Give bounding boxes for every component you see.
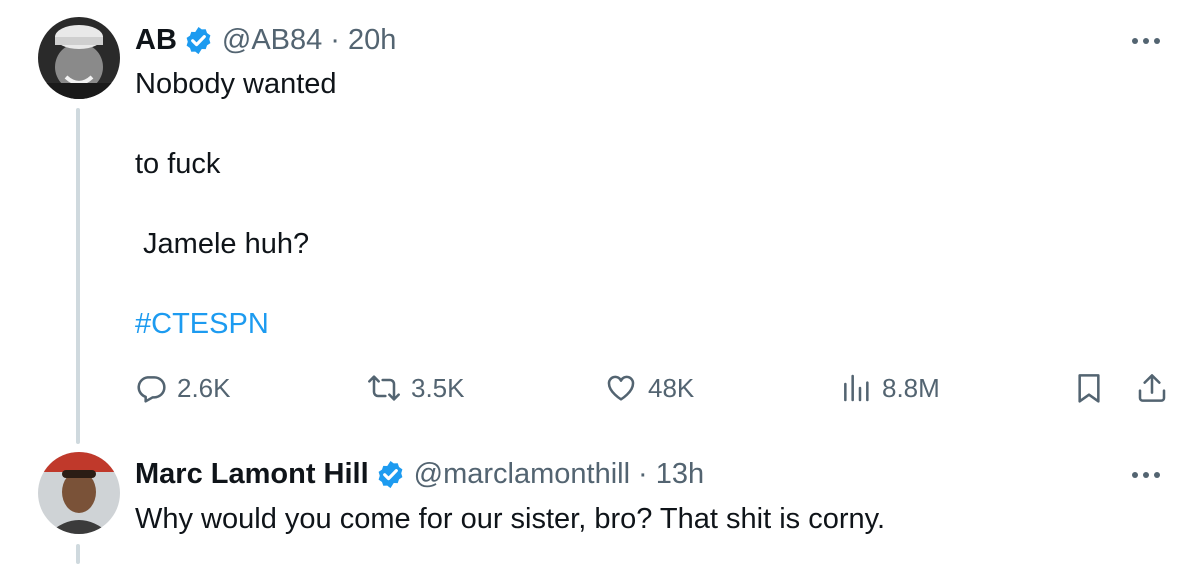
verified-badge-icon [183, 25, 214, 56]
timestamp[interactable]: 13h [656, 457, 704, 491]
reply-icon [137, 376, 166, 403]
retweet-count: 3.5K [411, 373, 465, 403]
views-button[interactable]: 8.8M [840, 372, 940, 404]
tweet-text-line: Nobody wanted [135, 68, 337, 100]
tweet-actions: 2.6K 3.5K 48K 8.8M [0, 366, 1194, 410]
share-button[interactable] [1136, 372, 1168, 404]
avatar[interactable] [38, 452, 120, 534]
bookmark-icon [1078, 374, 1100, 403]
retweet-button[interactable]: 3.5K [367, 372, 465, 404]
reply-button[interactable]: 2.6K [135, 372, 231, 404]
separator-dot: · [330, 24, 340, 56]
author-name[interactable]: AB [135, 23, 177, 57]
avatar[interactable] [38, 17, 120, 99]
verified-badge-icon [375, 459, 406, 490]
views-icon [844, 374, 869, 402]
tweet-header: AB @AB84 · 20h [135, 23, 396, 57]
separator-dot: · [638, 458, 648, 490]
tweet-text-line: to fuck [135, 148, 221, 180]
tweet-header: Marc Lamont Hill @marclamonthill · 13h [135, 457, 704, 491]
share-icon [1138, 374, 1166, 402]
more-dots-icon[interactable] [1126, 26, 1166, 56]
hashtag-link[interactable]: #CTESPN [135, 307, 269, 341]
views-count: 8.8M [882, 373, 940, 403]
more-dots-icon[interactable] [1126, 460, 1166, 490]
timestamp[interactable]: 20h [348, 23, 396, 57]
retweet-icon [368, 375, 400, 401]
tweet-text: Why would you come for our sister, bro? … [135, 503, 886, 535]
tweet-text-line: Jamele huh? [135, 228, 310, 260]
author-name[interactable]: Marc Lamont Hill [135, 457, 369, 491]
reply-count: 2.6K [177, 373, 231, 403]
bookmark-button[interactable] [1075, 372, 1103, 404]
author-handle[interactable]: @marclamonthill [414, 457, 630, 491]
heart-icon [607, 375, 635, 401]
like-button[interactable]: 48K [604, 372, 694, 404]
like-count: 48K [648, 373, 695, 403]
author-handle[interactable]: @AB84 [222, 23, 322, 57]
thread-line-continuation [76, 544, 80, 564]
